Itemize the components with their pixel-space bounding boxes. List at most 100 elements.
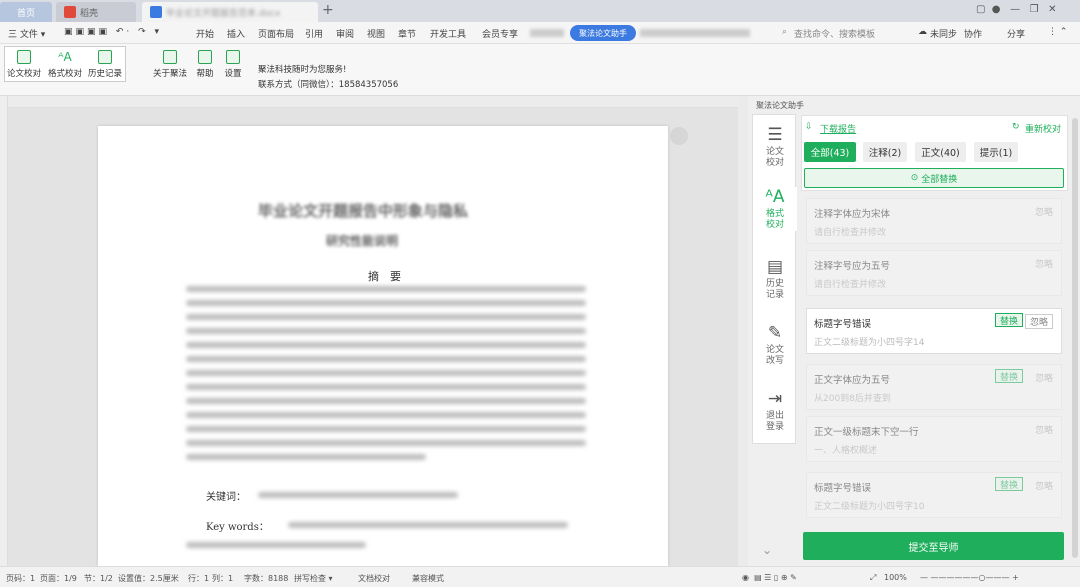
blurred-text [258, 492, 458, 498]
service-text: 聚法科技随时为您服务! [258, 65, 347, 75]
filter-all[interactable]: 全部(43) [804, 142, 856, 162]
tab-wps[interactable]: 稻壳 [56, 2, 136, 22]
replace-all-button[interactable]: ⊙ 全部替换 [804, 168, 1064, 188]
ignore-button[interactable]: 忽略 [1035, 423, 1053, 436]
quick-access-icons[interactable]: ▣▣▣▣ ↶· ↷ ▾ [64, 27, 162, 37]
replace-button[interactable]: 替换 [994, 313, 1023, 327]
ignore-button[interactable]: 忽略 [1035, 257, 1053, 270]
nav-history-label: 历史 记录 [765, 279, 784, 300]
nav-rewrite[interactable]: ✎ 论文 改写 [753, 323, 797, 367]
check-list-icon: ☰ [767, 125, 783, 145]
blurred-text [288, 522, 568, 528]
ignore-button[interactable]: 忽略 [1035, 479, 1053, 492]
status-bar: 页码：1 页面：1/9 节：1/2 设置值：2.5厘米 行：1 列：1 字数：8… [0, 566, 1080, 587]
chevron-down-icon[interactable]: ⌄ [762, 543, 772, 557]
recheck-button[interactable]: 重新校对 [1025, 122, 1061, 135]
spell-check-button[interactable]: 拼写检查 ▾ [294, 573, 333, 584]
about-label: 关于聚法 [152, 69, 187, 79]
new-tab-icon[interactable]: + [322, 2, 334, 18]
issue-card-active[interactable]: 标题字号错误 正文二级标题为小四号字14 替换 忽略 [806, 308, 1062, 354]
sync-status[interactable]: 未同步 [930, 27, 957, 40]
search-icon[interactable]: ⌕ [782, 27, 787, 37]
blurred-menu [530, 29, 564, 37]
filter-body[interactable]: 正文(40) [915, 142, 966, 162]
fit-icon[interactable]: ⤢ [870, 573, 876, 583]
check-circle-icon: ⊙ [910, 173, 922, 183]
history-button[interactable]: 历史记录 [86, 50, 124, 79]
nav-history[interactable]: ▤ 历史 记录 [753, 257, 797, 301]
download-report-link[interactable]: 下载报告 [820, 122, 856, 135]
issue-card[interactable]: 正文一级标题末下空一行 一、人格权概述 忽略 [806, 416, 1062, 462]
issue-card[interactable]: 注释字号应为五号 请自行检查并修改 忽略 [806, 250, 1062, 296]
status-setting: 设置值：2.5厘米 [118, 574, 179, 583]
search-input[interactable]: 查找命令、搜索模板 [794, 27, 875, 40]
menu-file[interactable]: 三 文件 ▾ [8, 27, 45, 40]
nav-paper-check[interactable]: ☰ 论文 校对 [753, 125, 797, 169]
replace-button[interactable]: 替换 [994, 477, 1023, 491]
menu-chapter[interactable]: 章节 [398, 27, 416, 40]
blurred-text [186, 542, 366, 548]
submit-to-advisor-button[interactable]: 提交至导师 [803, 532, 1064, 560]
panel-scrollbar[interactable] [1072, 118, 1078, 558]
cloud-icon[interactable]: ☁ [918, 27, 927, 37]
history-icon [98, 50, 112, 64]
more-icon[interactable]: ⋮ ⌃ [1048, 27, 1067, 37]
menu-view[interactable]: 视图 [367, 27, 385, 40]
keywords-en-label: Key words： [206, 522, 269, 533]
issue-title: 注释字体应为宋体 [814, 209, 891, 220]
check-icon [17, 50, 31, 64]
filter-tip[interactable]: 提示(1) [974, 142, 1018, 162]
zoom-slider[interactable]: — ——————○——— + [920, 573, 1019, 582]
tab-assistant[interactable]: 聚法论文助手 [570, 25, 636, 41]
paper-check-button[interactable]: 论文校对 [5, 50, 43, 79]
issue-desc: 正文二级标题为小四号字14 [814, 338, 925, 348]
status-pages: 页面：1/9 [40, 574, 77, 583]
ignore-button[interactable]: 忽略 [1024, 314, 1053, 329]
issue-card[interactable]: 注释字体应为宋体 请自行检查并修改 忽略 [806, 198, 1062, 244]
nav-paper-check-label: 论文 校对 [765, 147, 784, 168]
document-page[interactable]: 毕业论文开题报告中形象与隐私 研究性能说明 摘 要 关键词： Key words… [98, 126, 668, 566]
tab-home[interactable]: 首页 [0, 2, 52, 22]
share-button[interactable]: 分享 [1007, 27, 1025, 40]
blurred-menu [640, 29, 750, 37]
zoom-icon[interactable] [670, 127, 688, 145]
settings-button[interactable]: 设置 [218, 50, 248, 79]
filter-note[interactable]: 注释(2) [863, 142, 907, 162]
doc-proof-button[interactable]: 文档校对 [358, 573, 390, 584]
nav-format-check[interactable]: ᴬA 格式 校对 [753, 187, 797, 231]
about-button[interactable]: 关于聚法 [152, 50, 188, 79]
issue-title: 正文一级标题末下空一行 [814, 427, 919, 438]
status-words[interactable]: 字数：8188 [244, 573, 288, 584]
menu-reference[interactable]: 引用 [305, 27, 323, 40]
ignore-button[interactable]: 忽略 [1035, 205, 1053, 218]
status-section: 节：1/2 [84, 574, 113, 583]
blurred-text [186, 356, 586, 362]
window-controls[interactable]: ▢ ● — ❐ ✕ [976, 4, 1056, 15]
menu-review[interactable]: 审阅 [336, 27, 354, 40]
issue-title: 注释字号应为五号 [814, 261, 891, 272]
collab-button[interactable]: 协作 [964, 27, 982, 40]
wps-logo-icon [64, 6, 76, 18]
nav-logout[interactable]: ⇥ 退出 登录 [753, 389, 797, 433]
menu-vip[interactable]: 会员专享 [482, 27, 518, 40]
issue-card[interactable]: 正文字体应为五号 从200到8后并查到 替换 忽略 [806, 364, 1062, 410]
edit-icon: ✎ [767, 323, 783, 343]
menu-bar: 三 文件 ▾ ▣▣▣▣ ↶· ↷ ▾ 开始 插入 页面布局 引用 审阅 视图 章… [0, 22, 1080, 44]
menu-layout[interactable]: 页面布局 [258, 27, 294, 40]
replace-button[interactable]: 替换 [994, 369, 1023, 383]
help-label: 帮助 [196, 69, 214, 79]
blurred-text [186, 440, 586, 446]
zoom-level: 100% [884, 573, 907, 582]
issue-desc: 正文二级标题为小四号字10 [814, 502, 925, 512]
help-button[interactable]: 帮助 [190, 50, 220, 79]
tab-document[interactable]: 毕业论文开题报告范本.docx [142, 2, 318, 22]
issue-card[interactable]: 标题字号错误 正文二级标题为小四号字10 替换 忽略 [806, 472, 1062, 518]
document-scrollbar[interactable] [738, 96, 748, 566]
format-check-button[interactable]: ᴬA 格式校对 [46, 50, 84, 79]
ignore-button[interactable]: 忽略 [1035, 371, 1053, 384]
view-icons[interactable]: ◉ ▤ ☰ ▯ ⊕ ✎ [742, 573, 797, 582]
blurred-text [186, 426, 586, 432]
menu-devtools[interactable]: 开发工具 [430, 27, 466, 40]
menu-insert[interactable]: 插入 [227, 27, 245, 40]
menu-start[interactable]: 开始 [196, 27, 214, 40]
